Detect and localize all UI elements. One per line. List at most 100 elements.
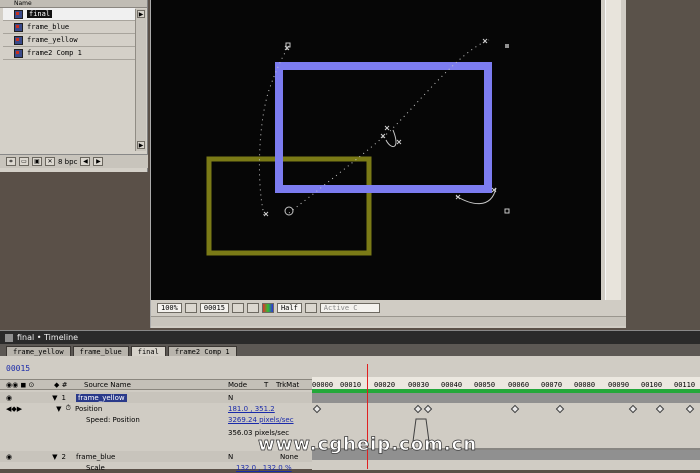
keyframe-icon[interactable] — [510, 404, 520, 414]
handle — [505, 44, 509, 48]
col-trkmat[interactable]: TrkMat — [276, 381, 299, 389]
resolution-select[interactable]: Half — [276, 303, 302, 313]
keyframe-icon[interactable] — [628, 404, 638, 414]
stopwatch-icon[interactable]: ⏱ — [66, 404, 71, 413]
scroll-left-icon[interactable]: ◀ — [80, 157, 91, 166]
project-item-final[interactable]: final — [3, 8, 135, 21]
safe-zones-icon[interactable] — [184, 303, 197, 313]
project-bottom-bar: ⌗ ▭ ▣ ✕ 8 bpc ◀ ▶ — [0, 154, 148, 168]
av-switches-icon: ◉◉ ◼ ⊙ — [6, 381, 35, 389]
scale-value[interactable]: 132.0 , 132.0 % — [236, 464, 292, 472]
col-t[interactable]: T — [264, 381, 268, 389]
project-item-frame-blue[interactable]: frame_blue — [3, 21, 135, 34]
snapshot-icon[interactable] — [231, 303, 244, 313]
layer-number: 2 — [61, 452, 66, 461]
current-time-field[interactable]: 00015 — [199, 303, 229, 313]
ruler-label: 00000 — [312, 381, 334, 389]
ruler-label: 00070 — [541, 381, 563, 389]
timeline-title-bar: final • Timeline — [0, 331, 700, 344]
tab-frame2-comp[interactable]: frame2 Comp 1 — [167, 346, 237, 356]
twirl-icon[interactable]: ▼ — [52, 394, 57, 402]
anchor-point-icon — [284, 206, 294, 216]
ruler-label: 00010 — [340, 381, 362, 389]
scale-label: Scale — [86, 463, 105, 472]
col-source-name[interactable]: Source Name — [84, 381, 131, 389]
position-label: Position — [75, 404, 103, 413]
timeline-tabs: frame_yellow frame_blue final frame2 Com… — [0, 344, 700, 356]
layer-name[interactable]: frame_yellow — [75, 393, 127, 402]
channel-icon[interactable] — [261, 303, 274, 313]
keyframe-icon[interactable] — [423, 404, 433, 414]
col-mode[interactable]: Mode — [228, 381, 247, 389]
timeline-icon — [5, 333, 13, 342]
composition-canvas[interactable] — [151, 0, 601, 300]
property-row: ◀◆▶ ▼ ⏱ Position 181.0 , 351.2 — [0, 403, 312, 414]
ruler-label: 00030 — [408, 381, 430, 389]
project-scrollbar[interactable]: ▶ ▶ — [135, 9, 146, 151]
project-item-frame2-comp[interactable]: frame2 Comp 1 — [3, 47, 135, 60]
current-time-display[interactable]: 00015 — [6, 364, 30, 373]
blue-frame-layer — [275, 62, 492, 193]
ruler-label: 00110 — [674, 381, 696, 389]
keyframe-icon[interactable] — [655, 404, 665, 414]
position-value[interactable]: 181.0 , 351.2 — [228, 405, 275, 413]
canvas-svg — [206, 38, 510, 256]
property-row: Scale 132.0 , 132.0 % — [0, 462, 312, 473]
timeline-title: final • Timeline — [17, 333, 79, 342]
project-column-header[interactable]: Name — [0, 0, 147, 8]
tab-frame-yellow[interactable]: frame_yellow — [6, 346, 71, 356]
tab-final[interactable]: final — [130, 346, 166, 356]
layer-mode[interactable]: N — [228, 394, 233, 402]
ruler-label: 00060 — [508, 381, 530, 389]
composition-icon — [14, 35, 23, 45]
tab-frame-blue[interactable]: frame_blue — [72, 346, 129, 356]
layer-mode[interactable]: N — [228, 453, 233, 461]
composition-icon — [14, 9, 23, 19]
keyframe-icon[interactable] — [685, 404, 695, 414]
keyframe-icon[interactable] — [413, 404, 423, 414]
video-toggle-icon[interactable]: ◉ — [6, 394, 12, 402]
camera-select[interactable]: Active C — [319, 303, 380, 313]
new-comp-icon[interactable]: ▣ — [32, 157, 42, 166]
ruler-label: 00040 — [441, 381, 463, 389]
show-snapshot-icon[interactable] — [246, 303, 259, 313]
ruler-label: 00100 — [641, 381, 663, 389]
interpret-footage-icon[interactable]: ⌗ — [6, 157, 16, 166]
ruler-label: 00090 — [608, 381, 630, 389]
speed-value: 3269.24 pixels/sec — [228, 415, 294, 424]
new-folder-icon[interactable]: ▭ — [19, 157, 29, 166]
twirl-icon[interactable]: ▼ — [52, 453, 57, 461]
scroll-right-icon[interactable]: ▶ — [93, 157, 104, 166]
roi-icon[interactable] — [304, 303, 317, 313]
bpc-label[interactable]: 8 bpc — [58, 158, 77, 166]
ruler-label: 00050 — [474, 381, 496, 389]
comp-horizontal-scrollbar[interactable] — [151, 316, 627, 326]
speed-row: Speed: Position 3269.24 pixels/sec — [0, 414, 312, 425]
project-panel: Name final frame_blue frame_yellow frame… — [0, 0, 148, 172]
composition-icon — [14, 48, 23, 58]
comp-vertical-scrollbar[interactable] — [601, 0, 627, 300]
composition-icon — [14, 22, 23, 32]
video-toggle-icon[interactable]: ◉ — [6, 453, 12, 461]
speed-label: Speed: Position — [86, 415, 140, 424]
watermark: www.cgheip.com.cn — [258, 434, 478, 456]
scroll-right-arrow-icon[interactable]: ▶ — [137, 10, 145, 18]
keyframe-nav-icon[interactable]: ◀◆▶ — [6, 405, 22, 413]
layer-name[interactable]: frame_blue — [76, 453, 115, 461]
track-area[interactable] — [312, 393, 700, 470]
layer-number: 1 — [61, 393, 66, 402]
project-item-frame-yellow[interactable]: frame_yellow — [3, 34, 135, 47]
layer-bar[interactable] — [312, 393, 700, 403]
comp-toolbar: 100% 00015 Half Active C — [151, 302, 611, 314]
keyframe-icon[interactable] — [555, 404, 565, 414]
motion-path-mid — [385, 129, 397, 147]
zoom-select[interactable]: 100% — [157, 303, 182, 313]
delete-icon[interactable]: ✕ — [45, 157, 55, 166]
composition-window: 100% 00015 Half Active C — [150, 0, 627, 328]
label-column-icon: ◆ # — [54, 381, 68, 389]
keyframe-icon[interactable] — [312, 404, 322, 414]
handle — [504, 208, 510, 214]
twirl-icon[interactable]: ▼ — [56, 405, 61, 413]
layer-row[interactable]: ◉ ▼ 1 frame_yellow N — [0, 392, 312, 403]
scroll-down-arrow-icon[interactable]: ▶ — [137, 141, 145, 149]
